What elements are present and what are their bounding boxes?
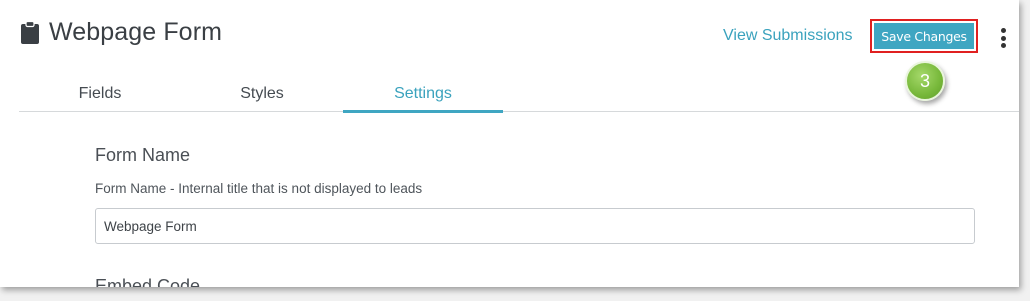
embed-code-heading: Embed Code [95,276,201,287]
form-name-label: Form Name - Internal title that is not d… [95,181,423,196]
form-name-heading: Form Name [95,145,191,165]
form-name-input-value: Webpage Form [104,218,197,234]
tab-styles[interactable]: Styles [181,76,343,111]
view-submissions-link[interactable]: View Submissions [723,27,853,45]
tab-bar: Fields Styles Settings [19,76,1019,113]
save-button-highlight: Save Changes [870,19,978,53]
tab-fields[interactable]: Fields [19,76,181,111]
page-header: Webpage Form [20,18,222,47]
form-name-input[interactable]: Webpage Form [95,208,975,244]
clipboard-icon [21,20,39,44]
kebab-menu-icon[interactable] [999,28,1007,48]
form-editor-panel: Webpage Form View Submissions Save Chang… [0,0,1019,287]
page-title: Webpage Form [49,18,223,46]
save-changes-button[interactable]: Save Changes [874,23,974,49]
tab-settings[interactable]: Settings [343,76,503,113]
